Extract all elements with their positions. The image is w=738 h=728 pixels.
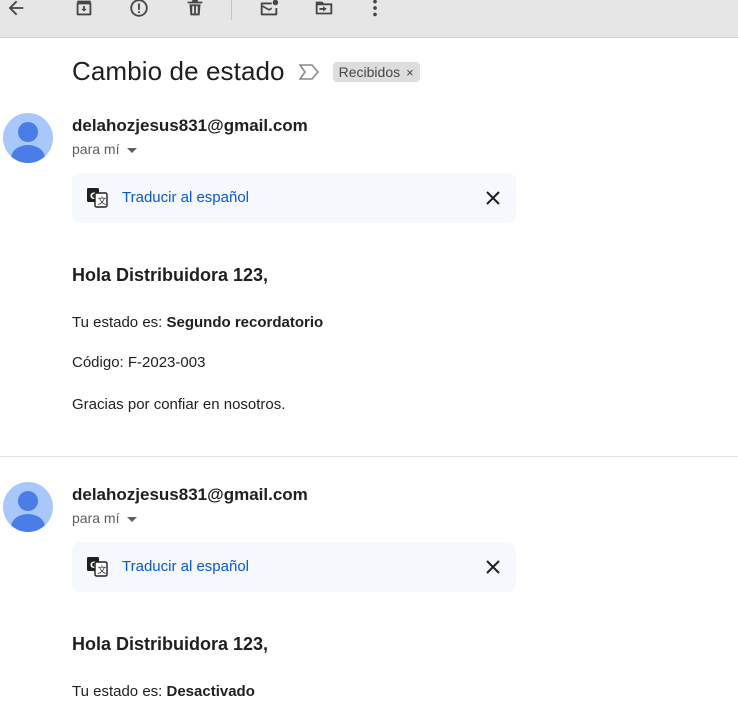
toolbar [0, 0, 738, 38]
mark-unread-icon[interactable] [257, 0, 281, 20]
chevron-down-icon [127, 516, 138, 522]
remove-label-icon[interactable]: × [406, 65, 414, 80]
recipient-label: para mí [72, 510, 120, 526]
status-value: Desactivado [166, 683, 255, 700]
close-icon[interactable] [482, 556, 504, 578]
back-arrow-icon[interactable] [4, 0, 28, 20]
toolbar-separator [231, 0, 232, 20]
status-line: Tu estado es: Segundo recordatorio [72, 314, 323, 331]
translate-link[interactable]: Traducir al español [122, 189, 249, 206]
svg-text:文: 文 [98, 564, 107, 576]
translate-bar: G文 Traducir al español [72, 542, 516, 592]
more-vert-icon[interactable] [363, 0, 387, 20]
sender-email[interactable]: delahozjesus831@gmail.com [72, 485, 308, 505]
status-prefix: Tu estado es: [72, 683, 167, 700]
sender-email[interactable]: delahozjesus831@gmail.com [72, 116, 308, 136]
recipient-details-toggle[interactable]: para mí [72, 510, 138, 526]
recipient-details-toggle[interactable]: para mí [72, 141, 138, 157]
message-divider [0, 456, 738, 457]
avatar [3, 482, 53, 532]
translate-icon: G文 [86, 556, 108, 578]
translate-link[interactable]: Traducir al español [122, 558, 249, 575]
code-line: Código: F-2023-003 [72, 354, 206, 371]
close-icon[interactable] [482, 187, 504, 209]
status-prefix: Tu estado es: [72, 314, 167, 331]
archive-icon[interactable] [72, 0, 96, 20]
translate-icon: G文 [86, 187, 108, 209]
report-spam-icon[interactable] [127, 0, 151, 20]
thanks-line: Gracias por confiar en nosotros. [72, 396, 286, 413]
move-to-icon[interactable] [312, 0, 336, 20]
status-value: Segundo recordatorio [166, 314, 324, 331]
avatar [3, 113, 53, 163]
svg-text:文: 文 [98, 195, 107, 207]
recipient-label: para mí [72, 141, 120, 157]
translate-bar: G文 Traducir al español [72, 173, 516, 223]
label-chip-text: Recibidos [338, 64, 401, 80]
status-line: Tu estado es: Desactivado [72, 683, 255, 700]
greeting: Hola Distribuidora 123, [72, 634, 269, 654]
delete-icon[interactable] [183, 0, 207, 20]
greeting: Hola Distribuidora 123, [72, 265, 269, 285]
subject-row: Cambio de estado Recibidos × [72, 52, 420, 90]
subject-title: Cambio de estado [72, 55, 285, 86]
chevron-down-icon [127, 147, 138, 153]
label-chip-inbox[interactable]: Recibidos × [332, 62, 420, 82]
importance-marker-icon[interactable] [298, 62, 321, 82]
